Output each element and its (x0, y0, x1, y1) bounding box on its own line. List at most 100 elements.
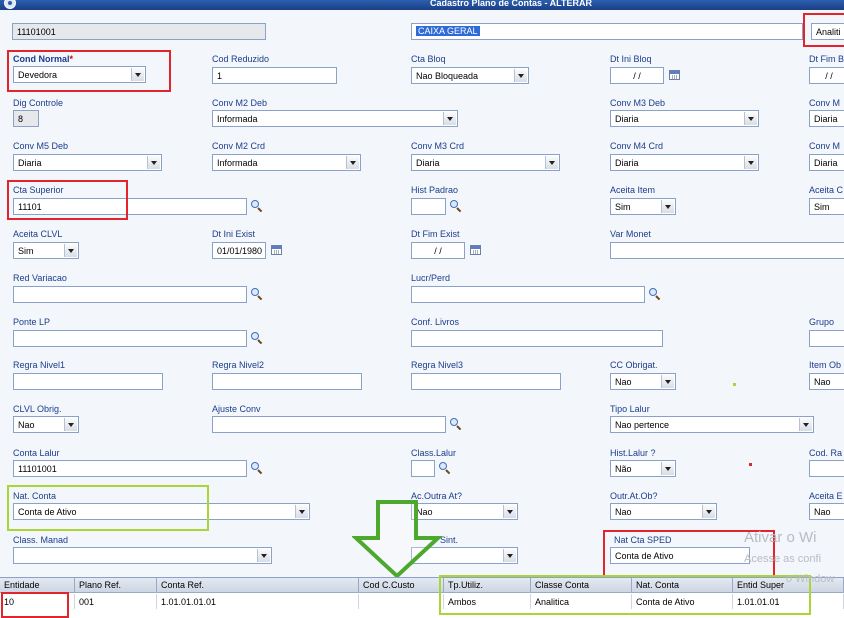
conv-m5-deb-select[interactable]: Diaria (13, 154, 162, 171)
chevron-down-icon[interactable] (702, 505, 715, 518)
dt-fim-exist-label: Dt Fim Exist (411, 229, 460, 239)
chevron-down-icon[interactable] (744, 156, 757, 169)
conv-m3-crd-value: Diaria (416, 158, 440, 168)
dt-ini-bloq-field[interactable]: / / (610, 67, 664, 84)
cc-obrigat-select[interactable]: Nao (610, 373, 676, 390)
regra-nivel3-field[interactable] (411, 373, 561, 390)
aceita-c-select[interactable]: Sim (809, 198, 844, 215)
hist-padrao-field[interactable] (411, 198, 446, 215)
conv-m3-deb-select[interactable]: Diaria (610, 110, 759, 127)
conf-livros-field[interactable] (411, 330, 663, 347)
chevron-down-icon[interactable] (346, 156, 359, 169)
dt-fim-exist-field[interactable]: / / (411, 242, 465, 259)
ponte-lp-field[interactable] (13, 330, 247, 347)
grupo-field[interactable] (809, 330, 844, 347)
chevron-down-icon[interactable] (257, 549, 270, 562)
lucr-perd-field[interactable] (411, 286, 645, 303)
conv-m2-crd-select[interactable]: Informada (212, 154, 361, 171)
dig-controle-label: Dig Controle (13, 98, 64, 108)
search-icon[interactable] (251, 288, 263, 300)
calendar-icon[interactable] (669, 70, 680, 80)
conv-m-r2-select[interactable]: Diaria (809, 154, 844, 171)
chevron-down-icon[interactable] (661, 200, 674, 213)
grid-header-cod-c-custo[interactable]: Cod C.Custo (359, 578, 444, 593)
grid-header-entidade[interactable]: Entidade (0, 578, 75, 593)
highlight-class-box (803, 13, 844, 47)
ajuste-conv-field[interactable] (212, 416, 446, 433)
cc-obrigat-label: CC Obrigat. (610, 360, 658, 370)
hist-lalur-label: Hist.Lalur ? (610, 448, 656, 458)
account-form: 11101001 CAIXA GERAL Analiti Cond Normal… (0, 10, 844, 578)
conv-m4-crd-select[interactable]: Diaria (610, 154, 759, 171)
chevron-down-icon[interactable] (443, 112, 456, 125)
search-icon[interactable] (251, 462, 263, 474)
account-description-field[interactable]: CAIXA GERAL (411, 23, 803, 40)
chevron-down-icon[interactable] (799, 418, 812, 431)
search-icon[interactable] (450, 200, 462, 212)
chevron-down-icon[interactable] (545, 156, 558, 169)
cod-reduzido-field[interactable]: 1 (212, 67, 337, 84)
dt-fim-b-field[interactable]: / / (809, 67, 844, 84)
search-icon[interactable] (251, 200, 263, 212)
conv-m3-deb-value: Diaria (615, 114, 639, 124)
outr-at-ob-label: Outr.At.Ob? (610, 491, 658, 501)
regra-nivel2-field[interactable] (212, 373, 362, 390)
dt-ini-exist-field[interactable]: 01/01/1980 (212, 242, 266, 259)
conv-m2-deb-select[interactable]: Informada (212, 110, 458, 127)
conv-m-r2-label: Conv M (809, 141, 841, 151)
search-icon[interactable] (439, 462, 451, 474)
search-icon[interactable] (251, 332, 263, 344)
dig-controle-field[interactable]: 8 (13, 110, 39, 127)
chevron-down-icon[interactable] (295, 505, 308, 518)
chevron-down-icon[interactable] (503, 505, 516, 518)
item-ob-select[interactable]: Nao (809, 373, 844, 390)
outr-at-ob-select[interactable]: Nao (610, 503, 717, 520)
calendar-icon[interactable] (271, 245, 282, 255)
chevron-down-icon[interactable] (514, 69, 527, 82)
clvl-obrig-select[interactable]: Nao (13, 416, 79, 433)
cod-ra-field[interactable] (809, 460, 844, 477)
outr-at-ob-value: Nao (615, 507, 632, 517)
highlight-grid-columns-box (439, 575, 811, 615)
aceita-clvl-select[interactable]: Sim (13, 242, 79, 259)
calendar-icon[interactable] (470, 245, 481, 255)
search-icon[interactable] (649, 288, 661, 300)
chevron-down-icon[interactable] (147, 156, 160, 169)
aceita-item-select[interactable]: Sim (610, 198, 676, 215)
conv-m3-crd-select[interactable]: Diaria (411, 154, 560, 171)
cta-bloq-select[interactable]: Nao Bloqueada (411, 67, 529, 84)
grid-header-plano-ref[interactable]: Plano Ref. (75, 578, 157, 593)
red-dot-marker (749, 463, 752, 466)
chevron-down-icon[interactable] (64, 418, 77, 431)
grid-cell-plano-ref[interactable]: 001 (75, 594, 157, 609)
conta-lalur-field[interactable]: 11101001 (13, 460, 247, 477)
clvl-obrig-label: CLVL Obrig. (13, 404, 62, 414)
grid-header-conta-ref[interactable]: Conta Ref. (157, 578, 359, 593)
regra-nivel1-field[interactable] (13, 373, 163, 390)
conta-lalur-label: Conta Lalur (13, 448, 60, 458)
conv-m-r1-select[interactable]: Diaria (809, 110, 844, 127)
cc-obrigat-value: Nao (615, 377, 632, 387)
regra-nivel2-label: Regra Nivel2 (212, 360, 265, 370)
class-lalur-field[interactable] (411, 460, 435, 477)
grid-cell-conta-ref[interactable]: 1.01.01.01.01 (157, 594, 359, 609)
red-variacao-label: Red Variacao (13, 273, 67, 283)
hist-lalur-select[interactable]: Não (610, 460, 676, 477)
aceita-e-select[interactable]: Nao (809, 503, 844, 520)
chevron-down-icon[interactable] (661, 462, 674, 475)
var-monet-field[interactable] (610, 242, 844, 259)
app-icon[interactable] (4, 0, 16, 9)
chevron-down-icon[interactable] (64, 244, 77, 257)
green-arrow-annotation (352, 500, 442, 578)
chevron-down-icon[interactable] (744, 112, 757, 125)
window-title: Cadastro Plano de Contas - ALTERAR (430, 0, 593, 8)
regra-nivel3-label: Regra Nivel3 (411, 360, 464, 370)
class-manad-select[interactable] (13, 547, 272, 564)
search-icon[interactable] (450, 418, 462, 430)
tipo-lalur-select[interactable]: Nao pertence (610, 416, 814, 433)
chevron-down-icon[interactable] (503, 549, 516, 562)
red-variacao-field[interactable] (13, 286, 247, 303)
chevron-down-icon[interactable] (661, 375, 674, 388)
grid-cell-cod-c-custo[interactable] (359, 594, 444, 609)
account-code-field[interactable]: 11101001 (12, 23, 266, 40)
